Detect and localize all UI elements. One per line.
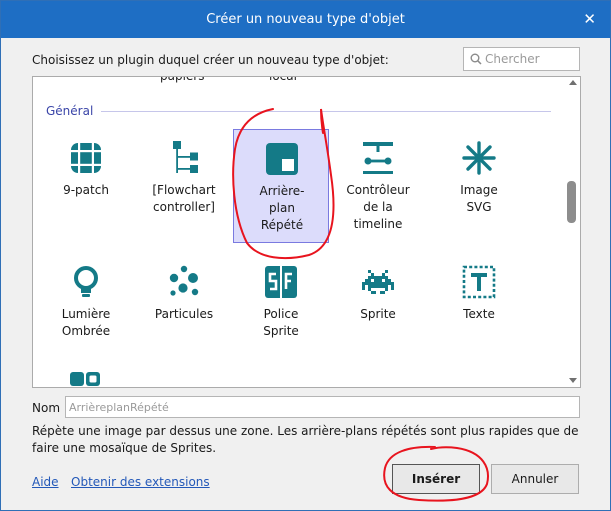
partial-item-label: local <box>269 76 297 83</box>
toggle-icon <box>70 372 100 386</box>
object-tile-shadowed-light[interactable]: Lumière Ombrée <box>38 253 134 367</box>
tile-label: Police Sprite <box>263 307 299 338</box>
object-tile-sprite[interactable]: Sprite <box>330 253 426 367</box>
get-extensions-link[interactable]: Obtenir des extensions <box>71 475 210 489</box>
tile-label: Image SVG <box>460 183 498 214</box>
tile-label: Contrôleur de la timeline <box>346 183 410 231</box>
title-bar: Créer un nouveau type d'objet ✕ <box>1 1 610 38</box>
tile-label: Particules <box>154 307 214 321</box>
tiled-background-icon <box>266 143 298 175</box>
light-bulb-icon <box>74 266 98 297</box>
object-tile-9-patch[interactable]: 9-patch <box>38 129 134 243</box>
scrollbar-thumb[interactable] <box>567 181 576 223</box>
name-input[interactable] <box>65 396 580 418</box>
dialog-title: Créer un nouveau type d'objet <box>206 12 405 27</box>
scroll-up-arrow-icon[interactable] <box>569 80 577 85</box>
svg-image-icon <box>462 141 496 175</box>
object-tile-particles[interactable]: Particules <box>136 253 232 367</box>
group-divider <box>101 111 551 112</box>
nine-patch-icon <box>71 143 101 173</box>
cancel-button[interactable]: Annuler <box>491 464 579 494</box>
object-tile-svg-image[interactable]: Image SVG <box>431 129 527 243</box>
tile-label: Lumière Ombrée <box>61 307 111 338</box>
help-link[interactable]: Aide <box>32 475 59 489</box>
search-box[interactable] <box>463 47 580 71</box>
object-type-list[interactable]: papiers local Général 9-patch [Flowchart… <box>32 76 581 388</box>
object-tile-text[interactable]: Texte <box>431 253 527 367</box>
plugin-prompt: Choisissez un plugin duquel créer un nou… <box>32 53 389 67</box>
object-tile-flowchart-controller[interactable]: [Flowchart controller] <box>136 129 232 243</box>
particles-icon <box>169 265 199 296</box>
insert-button[interactable]: Insérer <box>392 464 480 494</box>
partial-item-label: papiers <box>160 76 205 83</box>
flowchart-icon <box>173 141 198 173</box>
scroll-down-arrow-icon[interactable] <box>569 378 577 383</box>
plugin-description: Répète une image par dessus une zone. Le… <box>32 424 579 455</box>
close-icon[interactable]: ✕ <box>583 1 596 38</box>
group-label-general: Général <box>46 104 94 118</box>
text-icon <box>462 265 496 299</box>
object-tile-timeline-controller[interactable]: Contrôleur de la timeline <box>330 129 426 243</box>
tile-label: Arrière-plan Répété <box>259 184 305 232</box>
search-input[interactable] <box>485 51 577 67</box>
search-icon <box>470 53 482 65</box>
space-invader-icon <box>362 270 394 294</box>
sprite-font-icon <box>265 266 297 298</box>
tile-label: Texte <box>463 307 495 321</box>
object-tile-sprite-font[interactable]: Police Sprite <box>233 253 329 367</box>
tile-label: 9-patch <box>63 183 109 197</box>
tile-label: Sprite <box>360 307 396 321</box>
create-object-dialog: Créer un nouveau type d'objet ✕ Choisiss… <box>0 0 611 511</box>
timeline-controller-icon <box>363 142 393 174</box>
name-label: Nom <box>32 401 61 415</box>
object-tile-tiled-background[interactable]: Arrière-plan Répété <box>233 129 329 243</box>
tile-label: [Flowchart controller] <box>152 183 216 214</box>
